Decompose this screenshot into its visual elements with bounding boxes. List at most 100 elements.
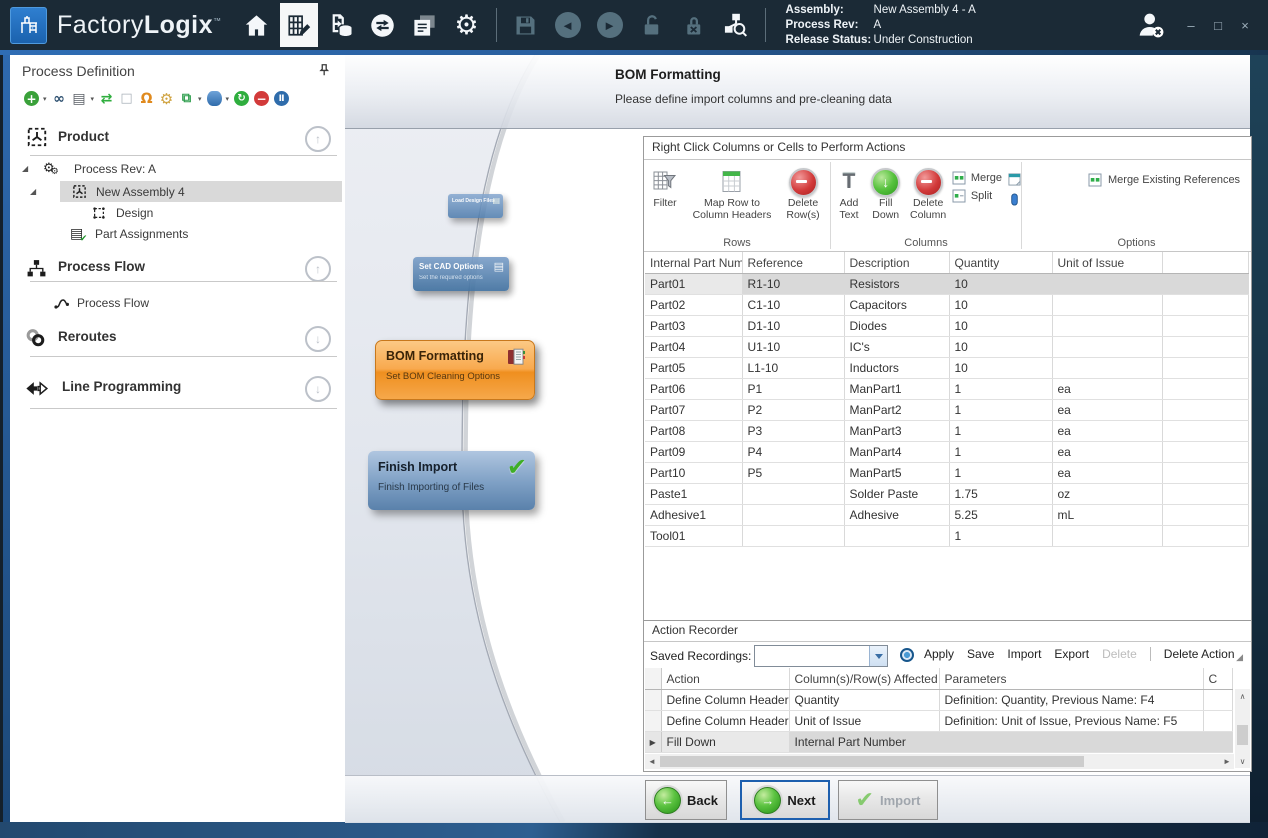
maximize-button[interactable]: □ xyxy=(1209,18,1227,33)
cell[interactable] xyxy=(742,484,844,505)
table-row[interactable]: ▶Fill DownInternal Part Number xyxy=(645,732,1233,753)
tree-item-design[interactable]: Design xyxy=(10,202,345,223)
table-row[interactable]: Adhesive1 Adhesive5.25mL xyxy=(645,505,1249,526)
cell[interactable]: 1.75 xyxy=(949,484,1052,505)
cell[interactable]: 1 xyxy=(949,379,1052,400)
refresh-icon[interactable]: ↻ xyxy=(234,91,249,106)
cell[interactable] xyxy=(1162,484,1249,505)
cell[interactable] xyxy=(1162,421,1249,442)
pin-icon[interactable] xyxy=(317,63,331,82)
cell[interactable] xyxy=(1203,711,1233,732)
cell[interactable] xyxy=(1162,463,1249,484)
column-header[interactable]: Internal Part Numb... xyxy=(645,252,742,274)
cell[interactable]: ea xyxy=(1052,379,1162,400)
design-grid-icon[interactable] xyxy=(280,3,318,47)
cell[interactable]: 1 xyxy=(949,400,1052,421)
cell[interactable]: P3 xyxy=(742,421,844,442)
cell[interactable]: 5.25 xyxy=(949,505,1052,526)
table-row[interactable]: Paste1Solder Paste1.75oz xyxy=(645,484,1249,505)
cell[interactable]: P2 xyxy=(742,400,844,421)
scroll-down-icon[interactable]: ∨ xyxy=(1235,754,1250,768)
add-text-button[interactable]: T Add Text xyxy=(831,165,867,221)
merge-button[interactable]: Merge xyxy=(952,171,1002,185)
cell[interactable] xyxy=(1162,337,1249,358)
tree-item-part-assignments[interactable]: ▤✔ Part Assignments xyxy=(10,223,345,244)
cell[interactable] xyxy=(1203,690,1233,711)
column-header[interactable]: Column(s)/Row(s) Affected xyxy=(789,668,939,690)
insert-table-icon[interactable] xyxy=(1008,173,1021,186)
cell[interactable]: Paste1 xyxy=(645,484,742,505)
tree-item-process-rev[interactable]: ◢ ⚙⚙ Process Rev: A xyxy=(10,158,345,179)
scroll-thumb[interactable] xyxy=(1237,725,1248,745)
cell[interactable]: Part09 xyxy=(645,442,742,463)
map-row-to-column-headers-button[interactable]: Map Row to Column Headers xyxy=(686,165,778,221)
cell[interactable] xyxy=(1162,505,1249,526)
collapse-down-icon[interactable]: ↓ xyxy=(305,326,331,352)
cell[interactable]: Part08 xyxy=(645,421,742,442)
step-card-load-design-files[interactable]: Load Design Files ▤ xyxy=(448,194,503,218)
delete-action-link[interactable]: Delete Action xyxy=(1164,647,1235,661)
cell[interactable]: Unit of Issue xyxy=(789,711,939,732)
back-icon[interactable]: ◄ xyxy=(549,3,587,47)
close-button[interactable]: × xyxy=(1236,18,1254,33)
horizontal-scrollbar[interactable]: ◄ ► xyxy=(645,754,1234,769)
cell[interactable]: ManPart2 xyxy=(844,400,949,421)
table-row[interactable]: Tool011 xyxy=(645,526,1249,547)
cell[interactable]: Part07 xyxy=(645,400,742,421)
import-link[interactable]: Import xyxy=(1007,647,1041,661)
section-reroutes[interactable]: Reroutes ↓ xyxy=(10,323,345,353)
cell[interactable]: Inductors xyxy=(844,358,949,379)
cell[interactable]: oz xyxy=(1052,484,1162,505)
sync-icon[interactable] xyxy=(364,3,402,47)
cell[interactable]: ea xyxy=(1052,400,1162,421)
cell[interactable]: mL xyxy=(1052,505,1162,526)
merge-existing-references-button[interactable]: Merge Existing References xyxy=(1022,165,1240,187)
cell[interactable] xyxy=(1052,337,1162,358)
step-card-finish-import[interactable]: Finish Import Finish Importing of Files … xyxy=(368,451,535,510)
column-header[interactable]: Reference xyxy=(742,252,844,274)
filter-button[interactable]: Filter xyxy=(644,165,686,209)
table-row[interactable]: Define Column HeaderQuantityDefinition: … xyxy=(645,690,1233,711)
cell[interactable]: C1-10 xyxy=(742,295,844,316)
resize-grip-icon[interactable]: ◢ xyxy=(1236,652,1243,663)
action-table[interactable]: ActionColumn(s)/Row(s) AffectedParameter… xyxy=(645,668,1233,753)
cell[interactable] xyxy=(1052,358,1162,379)
cell[interactable]: ManPart5 xyxy=(844,463,949,484)
column-header[interactable]: Action xyxy=(661,668,789,690)
cell[interactable]: Fill Down xyxy=(661,732,789,753)
cell[interactable]: P1 xyxy=(742,379,844,400)
cell[interactable] xyxy=(1052,295,1162,316)
cell[interactable]: Part10 xyxy=(645,463,742,484)
home-icon[interactable] xyxy=(238,3,276,47)
record-icon[interactable] xyxy=(900,648,914,662)
cell[interactable]: ea xyxy=(1052,463,1162,484)
table-row[interactable]: Part07P2ManPart21ea xyxy=(645,400,1249,421)
cell[interactable]: ea xyxy=(1052,442,1162,463)
cell[interactable]: 10 xyxy=(949,274,1052,295)
cell[interactable] xyxy=(1162,295,1249,316)
cell[interactable]: P5 xyxy=(742,463,844,484)
table-row[interactable]: Part08P3ManPart31ea xyxy=(645,421,1249,442)
cell[interactable]: Adhesive1 xyxy=(645,505,742,526)
print-icon[interactable]: ▤ xyxy=(72,91,87,106)
lock-cancel-icon[interactable] xyxy=(675,3,713,47)
cell[interactable]: Part04 xyxy=(645,337,742,358)
table-row[interactable]: Define Column HeaderUnit of IssueDefinit… xyxy=(645,711,1233,732)
cell[interactable]: L1-10 xyxy=(742,358,844,379)
cell[interactable] xyxy=(1203,732,1233,753)
section-line-programming[interactable]: Line Programming ↓ xyxy=(10,373,345,403)
cell[interactable]: R1-10 xyxy=(742,274,844,295)
cell[interactable]: Definition: Quantity, Previous Name: F4 xyxy=(939,690,1203,711)
cell[interactable]: 10 xyxy=(949,316,1052,337)
bom-table[interactable]: Internal Part Numb...ReferenceDescriptio… xyxy=(645,252,1249,547)
cell[interactable]: ea xyxy=(1052,421,1162,442)
cell[interactable]: Internal Part Number xyxy=(789,732,939,753)
chevron-down-icon[interactable]: ▾ xyxy=(198,95,202,103)
pause-icon[interactable]: Ⅱ xyxy=(274,91,289,106)
expander-icon[interactable]: ◢ xyxy=(30,187,36,196)
cell[interactable]: Adhesive xyxy=(844,505,949,526)
step-card-bom-formatting[interactable]: BOM Formatting Set BOM Cleaning Options xyxy=(375,340,535,400)
cell[interactable]: Definition: Unit of Issue, Previous Name… xyxy=(939,711,1203,732)
cell[interactable]: Part02 xyxy=(645,295,742,316)
cell[interactable]: U1-10 xyxy=(742,337,844,358)
